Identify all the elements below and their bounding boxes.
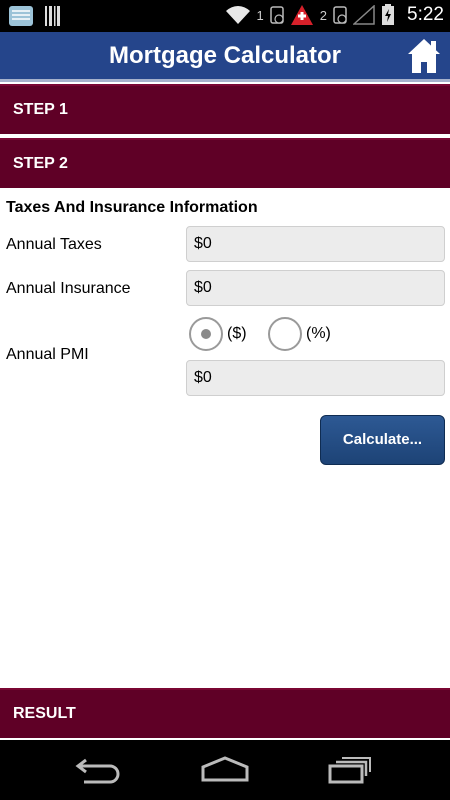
barcode-notification-icon — [45, 6, 60, 26]
annual-insurance-label: Annual Insurance — [6, 280, 131, 297]
navigation-bar — [0, 740, 450, 800]
pmi-dollar-radio[interactable] — [189, 317, 223, 351]
annual-insurance-input[interactable]: $0 — [186, 270, 445, 306]
radio-selected-dot — [201, 329, 211, 339]
calculate-button[interactable]: Calculate... — [320, 415, 445, 465]
status-clock: 5:22 — [407, 4, 444, 25]
step1-header[interactable]: STEP 1 — [0, 84, 450, 134]
step1-label: STEP 1 — [13, 101, 68, 118]
wifi-icon — [225, 6, 250, 24]
gallery-notification-icon — [9, 6, 33, 26]
pmi-dollar-label: ($) — [227, 325, 247, 342]
battery-icon — [382, 4, 395, 25]
recents-icon[interactable] — [320, 754, 380, 786]
nav-home-icon[interactable] — [195, 754, 255, 786]
result-header[interactable]: RESULT — [0, 688, 450, 738]
action-bar: Mortgage Calculator — [0, 32, 450, 82]
back-icon[interactable] — [70, 754, 130, 786]
cell-signal-icon — [353, 5, 375, 25]
pmi-percent-label: (%) — [306, 325, 331, 342]
annual-pmi-input[interactable]: $0 — [186, 360, 445, 396]
sim2-label: 2 — [319, 7, 328, 23]
result-label: RESULT — [13, 705, 76, 722]
warning-icon — [290, 5, 313, 25]
sim1-signal-icon — [270, 6, 284, 24]
section-title: Taxes And Insurance Information — [6, 199, 258, 216]
pmi-percent-radio[interactable] — [268, 317, 302, 351]
app-title: Mortgage Calculator — [108, 42, 342, 69]
sim1-label: 1 — [256, 7, 264, 23]
annual-taxes-label: Annual Taxes — [6, 236, 102, 253]
sim2-signal-icon — [333, 6, 347, 24]
annual-pmi-label: Annual PMI — [6, 346, 89, 363]
status-bar: 1 2 5:22 — [0, 0, 450, 32]
step2-label: STEP 2 — [13, 155, 68, 172]
step2-header[interactable]: STEP 2 — [0, 138, 450, 188]
home-icon[interactable] — [406, 37, 442, 75]
annual-taxes-input[interactable]: $0 — [186, 226, 445, 262]
